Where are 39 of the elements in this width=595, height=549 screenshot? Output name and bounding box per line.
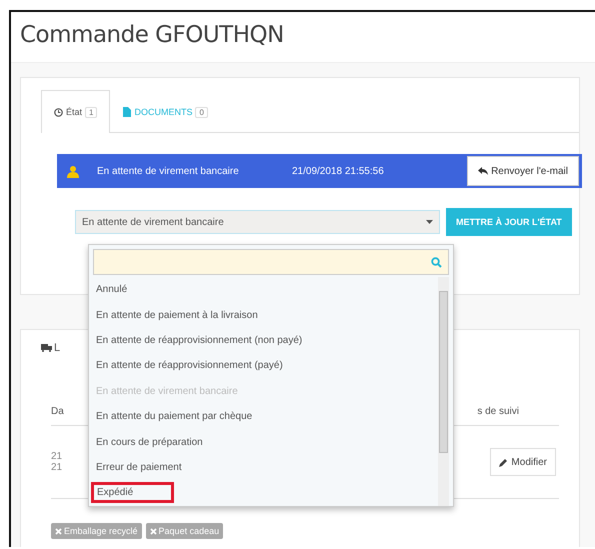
dropdown-option[interactable]: Erreur de paiement — [92, 458, 186, 477]
dropdown-option[interactable]: En attente de paiement à la livraison — [92, 306, 262, 325]
tag: Paquet cadeau — [146, 523, 224, 539]
dropdown-option[interactable]: En cours de préparation — [92, 432, 207, 452]
search-icon — [431, 256, 442, 268]
edit-button[interactable]: Modifier — [490, 448, 556, 476]
truck-icon — [41, 344, 52, 352]
resend-email-button[interactable]: Renvoyer l'e-mail — [467, 156, 579, 186]
person-icon — [67, 164, 79, 178]
tab[interactable]: État 1 — [41, 90, 110, 133]
reply-icon — [478, 167, 488, 175]
dropdown-option[interactable]: Expédié — [92, 483, 174, 502]
column-header: s de suivi — [477, 406, 519, 417]
state-select[interactable]: En attente de virement bancaire — [75, 210, 440, 234]
close-icon — [55, 528, 62, 534]
status-text: En attente de virement bancaire — [97, 166, 240, 176]
table-cell: 21 — [51, 462, 62, 473]
dropdown-option: En attente de virement bancaire — [92, 382, 242, 401]
tab[interactable]: DOCUMENTS 0 — [110, 90, 221, 133]
dropdown-option[interactable]: Annulé — [92, 280, 132, 300]
scrollbar[interactable] — [438, 277, 449, 506]
dropdown-option[interactable]: En attente de réapprovisionnement (non payé) — [92, 330, 306, 350]
count-badge: 1 — [85, 106, 98, 118]
scrollbar-thumb[interactable] — [439, 291, 448, 453]
caret-icon — [426, 220, 433, 224]
dropdown-option[interactable]: En attente de réapprovisionnement (payé) — [92, 356, 287, 376]
tag: Emballage recyclé — [51, 523, 142, 539]
column-header: Da — [51, 406, 64, 417]
status-date: 21/09/2018 21:55:56 — [292, 166, 385, 176]
count-badge: 0 — [195, 106, 208, 118]
close-icon — [150, 528, 157, 534]
pencil-icon — [499, 458, 508, 466]
page-title: Commande GFOUTHQN — [19, 21, 285, 50]
panel-heading: L — [54, 342, 60, 354]
search-field[interactable] — [93, 249, 449, 275]
table-cell: 21 — [51, 451, 62, 462]
clock-icon — [54, 108, 63, 116]
document-icon — [123, 107, 132, 117]
dropdown-option[interactable]: En attente du paiement par chèque — [92, 407, 256, 426]
